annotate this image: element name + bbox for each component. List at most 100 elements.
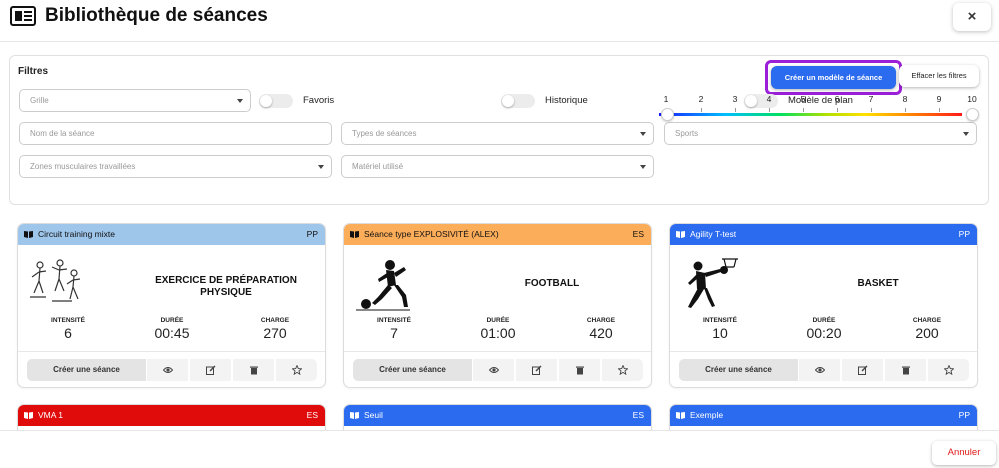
edit-button[interactable]	[515, 359, 557, 381]
card-header[interactable]: Exemple PP	[670, 405, 977, 426]
card-actions: Créer une séance	[670, 351, 977, 387]
load-value: 200	[915, 325, 939, 341]
slider-tick-label: 1	[663, 94, 669, 104]
session-name-input[interactable]: Nom de la séance	[19, 122, 332, 145]
card-sport: BASKET	[857, 278, 899, 289]
duration-metric: DURÉE 00:20	[784, 317, 864, 341]
eye-icon	[489, 367, 499, 373]
delete-button[interactable]	[884, 359, 926, 381]
slider-tick-label: 6	[834, 94, 840, 104]
view-button[interactable]	[798, 359, 840, 381]
sports-placeholder: Sports	[675, 129, 699, 138]
grille-select[interactable]: Grille	[19, 89, 251, 112]
book-icon	[350, 231, 359, 238]
create-session-button[interactable]: Créer une séance	[679, 359, 798, 381]
favorite-button[interactable]	[601, 359, 643, 381]
load-label: CHARGE	[912, 317, 942, 324]
session-types-select[interactable]: Types de séances	[341, 122, 654, 145]
session-card: Circuit training mixte PP EXERCICE DE PR…	[17, 223, 326, 388]
duration-value: 01:00	[480, 325, 516, 341]
edit-button[interactable]	[841, 359, 883, 381]
book-icon	[24, 412, 33, 419]
muscle-zones-select[interactable]: Zones musculaires travaillées	[19, 155, 332, 178]
favoris-toggle[interactable]	[259, 94, 293, 108]
edit-button[interactable]	[189, 359, 231, 381]
view-button[interactable]	[146, 359, 188, 381]
historique-toggle[interactable]	[501, 94, 535, 108]
intensity-slider-labels: 1 2 3 4 5 6 7 8 9 10	[657, 94, 977, 106]
card-tag: ES	[632, 229, 644, 239]
book-icon	[24, 231, 33, 238]
sports-select[interactable]: Sports	[664, 122, 977, 145]
view-button[interactable]	[472, 359, 514, 381]
session-types-placeholder: Types de séances	[352, 129, 417, 138]
card-title: VMA 1	[38, 410, 64, 420]
favorite-button[interactable]	[927, 359, 969, 381]
duration-value: 00:45	[154, 325, 190, 341]
intensity-label: INTENSITÉ	[51, 317, 85, 324]
cancel-button[interactable]: Annuler	[932, 441, 996, 465]
trash-icon	[250, 366, 258, 375]
duration-value: 00:20	[806, 325, 842, 341]
chevron-down-icon	[963, 132, 969, 136]
card-header[interactable]: Circuit training mixte PP	[18, 224, 325, 245]
create-model-button[interactable]: Créer un modèle de séance	[771, 66, 896, 89]
book-icon	[350, 412, 359, 419]
load-label: CHARGE	[260, 317, 290, 324]
card-title: Circuit training mixte	[38, 229, 115, 239]
session-card: Séance type EXPLOSIVITÉ (ALEX) ES FOOTBA…	[343, 223, 652, 388]
book-icon	[676, 412, 685, 419]
session-name-placeholder: Nom de la séance	[30, 129, 95, 138]
create-session-button[interactable]: Créer une séance	[353, 359, 472, 381]
star-icon	[944, 365, 954, 375]
muscle-zones-placeholder: Zones musculaires travaillées	[30, 162, 136, 171]
load-metric: CHARGE 420	[561, 317, 641, 341]
intensity-min-handle[interactable]	[661, 108, 674, 121]
intensity-value: 10	[712, 325, 728, 341]
card-actions: Créer une séance	[18, 351, 325, 387]
load-value: 270	[263, 325, 287, 341]
star-icon	[292, 365, 302, 375]
card-header[interactable]: Séance type EXPLOSIVITÉ (ALEX) ES	[344, 224, 651, 245]
modal-footer: Annuler	[0, 430, 999, 468]
filters-label: Filtres	[18, 66, 49, 77]
load-metric: CHARGE 200	[887, 317, 967, 341]
book-icon	[676, 231, 685, 238]
card-header[interactable]: Agility T-test PP	[670, 224, 977, 245]
chevron-down-icon	[237, 99, 243, 103]
card-tag: PP	[306, 229, 318, 239]
intensity-max-handle[interactable]	[966, 108, 979, 121]
equipment-select[interactable]: Matériel utilisé	[341, 155, 654, 178]
clear-filters-button[interactable]: Effacer les filtres	[899, 65, 979, 87]
delete-button[interactable]	[232, 359, 274, 381]
card-title: Exemple	[690, 410, 724, 420]
card-actions: Créer une séance	[344, 351, 651, 387]
close-button[interactable]: ×	[953, 3, 991, 31]
load-metric: CHARGE 270	[235, 317, 315, 341]
historique-label: Historique	[545, 95, 588, 106]
intensity-label: INTENSITÉ	[377, 317, 411, 324]
intensity-label: INTENSITÉ	[703, 317, 737, 324]
favorite-button[interactable]	[275, 359, 317, 381]
chevron-down-icon	[640, 132, 646, 136]
favoris-label: Favoris	[303, 95, 335, 106]
slider-tick-label: 5	[800, 94, 806, 104]
slider-tick-label: 3	[732, 94, 738, 104]
duration-label: DURÉE	[812, 317, 836, 324]
load-value: 420	[589, 325, 613, 341]
duration-metric: DURÉE 00:45	[132, 317, 212, 341]
grille-placeholder: Grille	[30, 96, 49, 105]
delete-button[interactable]	[558, 359, 600, 381]
card-title: Seuil	[364, 410, 383, 420]
slider-tick-label: 4	[766, 94, 772, 104]
create-session-button[interactable]: Créer une séance	[27, 359, 146, 381]
intensity-metric: INTENSITÉ 6	[28, 317, 108, 341]
intensity-slider-track[interactable]	[659, 113, 962, 116]
card-title: Séance type EXPLOSIVITÉ (ALEX)	[364, 229, 499, 239]
card-tag: ES	[632, 410, 644, 420]
slider-tick-label: 7	[868, 94, 874, 104]
slider-tick-label: 2	[698, 94, 704, 104]
card-header[interactable]: Seuil ES	[344, 405, 651, 426]
card-header[interactable]: VMA 1 ES	[18, 405, 325, 426]
trash-icon	[576, 366, 584, 375]
